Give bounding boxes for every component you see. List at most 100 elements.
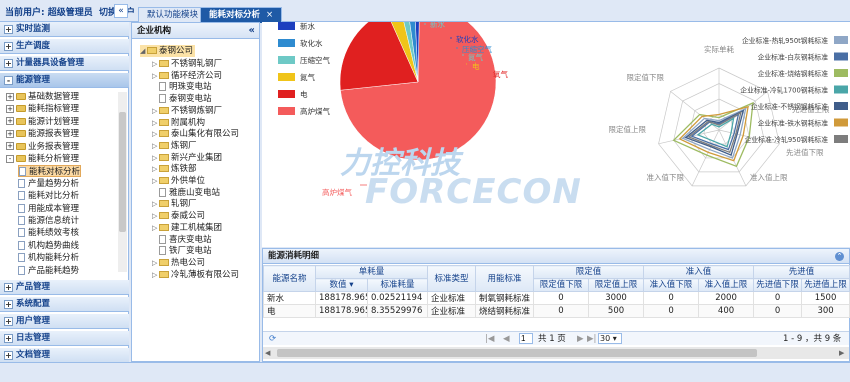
nav-section[interactable]: + 生产调度 — [0, 39, 129, 54]
expand-icon[interactable]: + — [4, 300, 13, 309]
expand-icon[interactable]: ▷ — [152, 257, 157, 269]
col-energy-standard[interactable]: 用能标准 — [475, 265, 535, 292]
collapse-nav-button[interactable]: « — [114, 4, 128, 18]
col-standard-type[interactable]: 标准类型 — [427, 265, 477, 292]
org-node[interactable]: ▷ 冷轧薄板有限公司 — [152, 269, 239, 281]
nav-item[interactable]: 产量趋势分析 — [18, 178, 79, 190]
nav-section[interactable]: + 日志管理 — [0, 331, 129, 346]
col-advanced-high[interactable]: 先进值上限 — [801, 278, 850, 292]
prev-page-button[interactable]: ◀ — [503, 332, 510, 346]
org-node-root[interactable]: ◢ 泰钢公司 — [140, 45, 196, 57]
nav-item[interactable]: 能耗绩效考核 — [18, 227, 79, 239]
expand-icon[interactable]: - — [4, 76, 13, 85]
collapse-org-icon[interactable]: « — [249, 23, 255, 39]
col-limit-high[interactable]: 限定值上限 — [588, 278, 645, 292]
expand-icon[interactable]: ▷ — [152, 128, 157, 140]
refresh-icon[interactable]: ⟳ — [269, 332, 276, 346]
nav-item[interactable]: 能耗对比分析 — [18, 190, 79, 202]
nav-section[interactable]: + 计量器具设备管理 — [0, 56, 129, 71]
col-standard-consumption[interactable]: 标准耗量 — [366, 278, 429, 292]
next-page-button[interactable]: ▶ — [577, 332, 584, 346]
org-node[interactable]: 铁厂变电站 — [152, 245, 212, 257]
org-node[interactable]: ▷ 不锈钢轧钢厂 — [152, 58, 222, 70]
expand-icon[interactable]: + — [6, 92, 14, 101]
nav-item[interactable]: 能耗对标分析 — [18, 165, 82, 178]
collapse-icon[interactable]: ◢ — [140, 45, 145, 57]
nav-folder[interactable]: + 基础数据管理 — [6, 91, 79, 103]
scroll-left-icon[interactable]: ◀ — [265, 349, 273, 357]
org-node[interactable]: ▷ 外供单位 — [152, 175, 205, 187]
nav-folder[interactable]: + 能源报表管理 — [6, 128, 79, 140]
expand-icon[interactable]: + — [4, 42, 13, 51]
org-node[interactable]: ▷ 不锈钢炼钢厂 — [152, 105, 222, 117]
nav-section[interactable]: + 用户管理 — [0, 314, 129, 329]
nav-folder[interactable]: + 能耗指标管理 — [6, 103, 79, 115]
nav-section[interactable]: + 文档管理 — [0, 348, 129, 363]
expand-icon[interactable]: + — [4, 25, 13, 34]
nav-section[interactable]: - 能源管理 — [0, 73, 129, 88]
scrollbar-thumb[interactable] — [119, 112, 126, 232]
org-node[interactable]: 明珠变电站 — [152, 81, 212, 93]
scrollbar-thumb[interactable] — [277, 349, 757, 357]
nav-item[interactable]: 用能成本管理 — [18, 203, 79, 215]
expand-icon[interactable]: ▷ — [152, 117, 157, 129]
expand-icon[interactable]: ▷ — [152, 140, 157, 152]
org-node[interactable]: ▷ 建工机械集团 — [152, 222, 222, 234]
col-advanced-low[interactable]: 先进值下限 — [753, 278, 803, 292]
org-node[interactable]: ▷ 泰威公司 — [152, 210, 205, 222]
nav-section[interactable]: + 实时监测 — [0, 22, 129, 37]
nav-item[interactable]: 机构趋势曲线 — [18, 240, 79, 252]
expand-icon[interactable]: + — [4, 334, 13, 343]
close-icon[interactable]: × — [266, 10, 273, 20]
org-node[interactable]: 泰钢变电站 — [152, 93, 212, 105]
expand-icon[interactable]: ▷ — [152, 58, 157, 70]
tab-energy-benchmark[interactable]: 能耗对标分析 × — [200, 7, 283, 23]
org-node[interactable]: ▷ 新兴产业集团 — [152, 152, 222, 164]
expand-icon[interactable]: ▷ — [152, 269, 157, 281]
nav-item[interactable]: 能源信息统计 — [18, 215, 79, 227]
expand-icon[interactable]: ▷ — [152, 198, 157, 210]
first-page-button[interactable]: |◀ — [485, 332, 494, 346]
col-access-low[interactable]: 准入值下限 — [643, 278, 700, 292]
col-access-high[interactable]: 准入值上限 — [698, 278, 755, 292]
page-input[interactable] — [519, 333, 533, 344]
org-node[interactable]: ▷ 轧钢厂 — [152, 198, 197, 210]
org-node[interactable]: ▷ 热电公司 — [152, 257, 205, 269]
expand-icon[interactable]: - — [6, 154, 14, 163]
scroll-right-icon[interactable]: ▶ — [839, 349, 847, 357]
nav-section[interactable]: + 系统配置 — [0, 297, 129, 312]
col-value[interactable]: 数值 ▾ — [315, 278, 368, 292]
table-row[interactable]: 电 188178.965 8.35529976 企业标准 烧结钢耗标准 0 500 0 400 0… — [263, 304, 850, 318]
nav-folder[interactable]: - 能耗分析管理 — [6, 153, 79, 165]
org-node[interactable]: 喜庆变电站 — [152, 234, 212, 246]
org-node[interactable]: 雅鹿山变电站 — [152, 187, 220, 199]
nav-section[interactable]: + 产品管理 — [0, 280, 129, 295]
org-node[interactable]: ▷ 泰山集化有限公司 — [152, 128, 239, 140]
table-row[interactable]: 新水 188178.965 0.02521194 企业标准 制氧钢耗标准 0 3000 0 20… — [263, 291, 850, 305]
nav-folder[interactable]: + 能源计划管理 — [6, 116, 79, 128]
nav-folder[interactable]: + 业务报表管理 — [6, 141, 79, 153]
org-node[interactable]: ▷ 循环经济公司 — [152, 70, 222, 82]
nav-item[interactable]: 产品能耗趋势 — [18, 265, 79, 277]
expand-icon[interactable]: + — [6, 129, 14, 138]
nav-scrollbar[interactable] — [118, 92, 127, 272]
expand-icon[interactable]: ▷ — [152, 105, 157, 117]
expand-icon[interactable]: + — [4, 59, 13, 68]
page-size-select[interactable]: 30 ▾ — [598, 333, 622, 344]
expand-icon[interactable]: + — [4, 283, 13, 292]
nav-item[interactable]: 机构能耗分析 — [18, 252, 79, 264]
expand-icon[interactable]: + — [6, 142, 14, 151]
org-node[interactable]: ▷ 炼铁部 — [152, 163, 197, 175]
col-energy-name[interactable]: 能源名称 — [263, 265, 316, 292]
org-node[interactable]: ▷ 附属机构 — [152, 117, 205, 129]
expand-icon[interactable]: ▷ — [152, 175, 157, 187]
expand-icon[interactable]: ▷ — [152, 222, 157, 234]
tab-default-module[interactable]: 默认功能模块 — [138, 7, 208, 23]
expand-icon[interactable]: + — [4, 317, 13, 326]
expand-icon[interactable]: ▷ — [152, 210, 157, 222]
last-page-button[interactable]: ▶| — [587, 332, 596, 346]
col-limit-low[interactable]: 限定值下限 — [533, 278, 590, 292]
expand-icon[interactable]: + — [6, 117, 14, 126]
horizontal-scrollbar[interactable]: ◀ ▶ — [263, 347, 849, 359]
org-node[interactable]: ▷ 炼钢厂 — [152, 140, 197, 152]
